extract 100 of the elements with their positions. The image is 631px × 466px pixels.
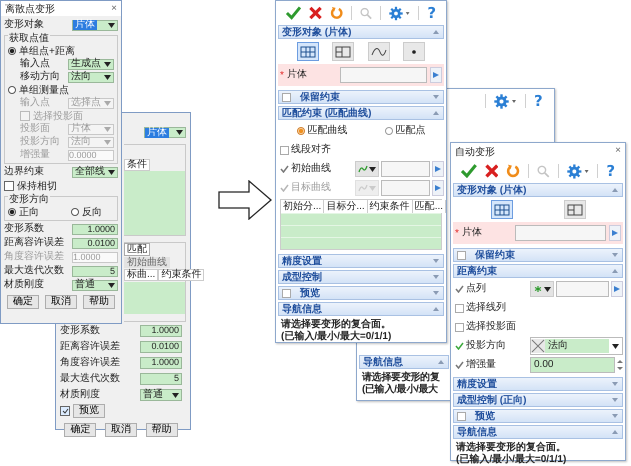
- radio-button[interactable]: [384, 127, 392, 135]
- help-icon[interactable]: ?: [534, 94, 543, 108]
- section-header[interactable]: 导航信息: [453, 425, 623, 439]
- help-icon[interactable]: ?: [606, 164, 616, 178]
- section-header[interactable]: 匹配约束 (匹配曲线): [278, 106, 444, 120]
- close-icon[interactable]: [484, 164, 498, 178]
- expand-icon[interactable]: [433, 259, 439, 263]
- section-header[interactable]: 精度设置: [278, 254, 444, 268]
- select-button[interactable]: [611, 281, 623, 297]
- settings-icon[interactable]: [388, 6, 410, 20]
- input-field[interactable]: 0.0100: [140, 341, 182, 353]
- section-header[interactable]: 保留约束: [453, 248, 623, 262]
- help-icon[interactable]: ?: [427, 6, 436, 20]
- select-button[interactable]: [432, 161, 444, 177]
- expand-icon[interactable]: [612, 382, 618, 386]
- preview-button[interactable]: 预览: [73, 404, 105, 418]
- section-header[interactable]: 导航信息: [359, 355, 449, 369]
- input-field[interactable]: [340, 67, 427, 83]
- select-button[interactable]: [432, 180, 444, 196]
- dropdown[interactable]: 片体: [144, 127, 186, 138]
- select-button[interactable]: [609, 225, 621, 241]
- section-header[interactable]: 成型控制: [278, 270, 444, 284]
- settings-icon[interactable]: [494, 94, 517, 108]
- section-header[interactable]: 精度设置: [453, 377, 623, 391]
- section-header[interactable]: 距离约束: [453, 264, 623, 278]
- checkbox[interactable]: [455, 304, 464, 312]
- shape-button[interactable]: [403, 42, 426, 61]
- checkbox[interactable]: [457, 412, 466, 420]
- checkbox[interactable]: [4, 181, 14, 191]
- check-icon[interactable]: [461, 164, 477, 178]
- collapse-icon[interactable]: [433, 307, 439, 311]
- radio-button[interactable]: [8, 47, 16, 55]
- dialog-button[interactable]: 帮助: [146, 423, 178, 437]
- refresh-icon[interactable]: [506, 164, 520, 178]
- expand-icon[interactable]: [433, 95, 439, 99]
- dialog-button[interactable]: 取消: [45, 295, 77, 309]
- settings-icon[interactable]: [566, 164, 590, 178]
- dialog-button[interactable]: 帮助: [83, 295, 115, 309]
- dropdown[interactable]: 生成点: [68, 58, 114, 70]
- input-field[interactable]: 5: [140, 373, 182, 385]
- dropdown[interactable]: 普通: [140, 389, 182, 401]
- checkbox[interactable]: [457, 250, 466, 260]
- collapse-icon[interactable]: [612, 188, 618, 192]
- shape-button[interactable]: [368, 42, 390, 61]
- expand-icon[interactable]: [433, 291, 439, 295]
- dropdown[interactable]: 全部线: [72, 166, 118, 178]
- section-header[interactable]: 变形对象 (片体): [278, 25, 444, 39]
- tab[interactable]: 匹配: [124, 243, 150, 256]
- collapse-icon[interactable]: [612, 430, 618, 434]
- column-header[interactable]: 约束条件: [368, 200, 413, 213]
- input-field[interactable]: 1.0000: [140, 357, 182, 369]
- select-button[interactable]: [430, 67, 442, 83]
- section-header[interactable]: 变形对象 (片体): [453, 183, 623, 197]
- input-field[interactable]: [514, 225, 606, 241]
- spin-field[interactable]: 0.00: [530, 357, 615, 373]
- input-field[interactable]: [556, 281, 609, 297]
- checkbox[interactable]: [455, 322, 464, 332]
- radio-button[interactable]: [71, 208, 79, 216]
- shape-button[interactable]: [296, 42, 319, 61]
- close-button[interactable]: ×: [111, 3, 117, 14]
- column-header[interactable]: 匹配...: [412, 200, 446, 213]
- input-field[interactable]: 0.0100: [72, 238, 118, 248]
- selection-type-dropdown[interactable]: [355, 161, 379, 177]
- shape-button[interactable]: [490, 200, 512, 219]
- input-field[interactable]: [381, 161, 430, 177]
- close-icon[interactable]: [308, 6, 322, 20]
- section-header[interactable]: 预览: [278, 286, 444, 300]
- checkbox[interactable]: [60, 406, 70, 416]
- section-header[interactable]: 导航信息: [278, 302, 444, 316]
- section-header[interactable]: 保留约束: [278, 90, 444, 104]
- checkbox[interactable]: [282, 288, 291, 298]
- dropdown[interactable]: 法向: [68, 72, 114, 82]
- radio-button[interactable]: [8, 208, 16, 216]
- collapse-icon[interactable]: [438, 360, 444, 364]
- dropdown[interactable]: 片体: [72, 20, 118, 30]
- selection-type-dropdown[interactable]: [530, 281, 554, 297]
- input-field[interactable]: 1.0000: [72, 224, 118, 234]
- collapse-icon[interactable]: [433, 111, 439, 115]
- close-button[interactable]: ×: [615, 145, 621, 159]
- dialog-button[interactable]: 确定: [7, 295, 39, 309]
- collapse-icon[interactable]: [433, 30, 439, 34]
- expand-icon[interactable]: [612, 398, 618, 402]
- dialog-button[interactable]: 确定: [64, 423, 96, 437]
- dropdown[interactable]: 法向: [530, 337, 623, 355]
- radio-button[interactable]: [8, 86, 16, 94]
- refresh-icon[interactable]: [330, 6, 343, 20]
- shape-button[interactable]: [564, 200, 586, 219]
- check-icon[interactable]: [286, 6, 301, 20]
- dialog-button[interactable]: 取消: [104, 423, 137, 437]
- section-header[interactable]: 成型控制 (正向): [453, 393, 623, 407]
- dropdown[interactable]: 普通: [72, 280, 118, 290]
- checkbox[interactable]: [280, 146, 289, 154]
- expand-icon[interactable]: [612, 414, 618, 418]
- column-header[interactable]: 初始分...: [281, 200, 324, 213]
- expand-icon[interactable]: [433, 275, 439, 279]
- expand-icon[interactable]: [612, 253, 618, 257]
- checkbox[interactable]: [282, 92, 291, 102]
- radio-button[interactable]: [296, 127, 304, 135]
- input-field[interactable]: [381, 180, 430, 196]
- collapse-icon[interactable]: [612, 269, 618, 273]
